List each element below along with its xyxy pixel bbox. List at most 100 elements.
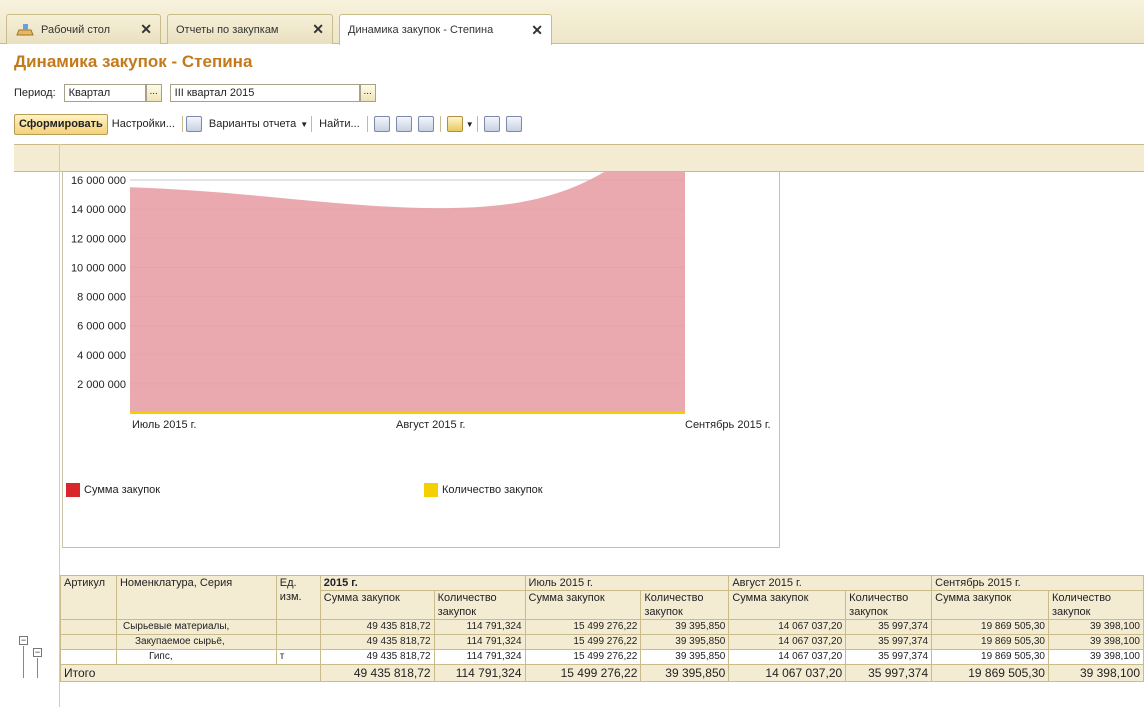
- header-period: Август 2015 г.: [728, 575, 933, 591]
- value-cell: 14 067 037,20: [728, 619, 847, 635]
- separator: [181, 116, 183, 132]
- tree-line: [37, 658, 38, 678]
- x-tick-label: Сентябрь 2015 г.: [685, 419, 771, 431]
- unit-cell: т: [275, 649, 321, 665]
- period-type-select-button[interactable]: ...: [145, 84, 162, 102]
- article-cell: [60, 634, 117, 650]
- total-cell: 39 398,100: [1047, 664, 1144, 682]
- legend-swatch-qty: [424, 483, 438, 497]
- header-sum: Сумма закупок: [931, 590, 1049, 620]
- value-cell: 39 395,850: [640, 634, 730, 650]
- y-tick-label: 10 000 000: [71, 262, 126, 274]
- header-sum: Сумма закупок: [319, 590, 435, 620]
- value-cell: 19 869 505,30: [931, 634, 1049, 650]
- total-cell: 15 499 276,22: [524, 664, 642, 682]
- header-unit: Ед. изм.: [275, 575, 321, 620]
- expand-groups-icon[interactable]: [483, 116, 500, 132]
- total-cell: 35 997,374: [845, 664, 933, 682]
- total-cell: 114 791,324: [433, 664, 526, 682]
- grouping-column: [14, 144, 60, 707]
- period-label: Период:: [14, 87, 56, 99]
- header-qty: Количество закупок: [433, 590, 526, 620]
- value-cell: 19 869 505,30: [931, 619, 1049, 635]
- period-type-field[interactable]: Квартал: [63, 84, 146, 102]
- y-tick-label: 16 000 000: [71, 175, 126, 187]
- header-sum: Сумма закупок: [728, 590, 847, 620]
- legend-swatch-sum: [66, 483, 80, 497]
- collapse-group-icon[interactable]: −: [19, 636, 28, 645]
- value-cell: 114 791,324: [433, 619, 526, 635]
- close-icon[interactable]: ✕: [531, 22, 543, 39]
- tab-purchase-reports[interactable]: Отчеты по закупкам ✕: [167, 14, 333, 44]
- legend-item-qty: Количество закупок: [424, 483, 543, 497]
- header-qty: Количество закупок: [1047, 590, 1144, 620]
- value-cell: 19 869 505,30: [931, 649, 1049, 665]
- value-cell: 49 435 818,72: [319, 634, 435, 650]
- nomenclature-cell: Закупаемое сырьё,: [115, 634, 277, 650]
- value-cell: 49 435 818,72: [319, 649, 435, 665]
- y-tick-label: 8 000 000: [77, 292, 126, 304]
- total-cell: 14 067 037,20: [728, 664, 847, 682]
- x-tick-label: Июль 2015 г.: [132, 419, 196, 431]
- collapse-groups-icon[interactable]: [505, 116, 522, 132]
- report-variants-button[interactable]: Варианты отчета: [205, 118, 300, 130]
- value-cell: 35 997,374: [845, 619, 933, 635]
- tree-line: [23, 646, 24, 678]
- close-icon[interactable]: ✕: [312, 21, 324, 38]
- header-qty: Количество закупок: [640, 590, 730, 620]
- nomenclature-cell: Сырьевые материалы,: [115, 619, 277, 635]
- chevron-down-icon[interactable]: ▼: [466, 120, 474, 129]
- table-row[interactable]: Сырьевые материалы, 49 435 818,72 114 791,…: [60, 619, 1144, 635]
- article-cell: [60, 619, 117, 635]
- collapse-group-icon[interactable]: −: [33, 648, 42, 657]
- save-icon[interactable]: [417, 116, 434, 132]
- tab-dynamics[interactable]: Динамика закупок - Степина ✕: [339, 14, 552, 45]
- series-area-sum: [130, 172, 685, 413]
- total-cell: 19 869 505,30: [931, 664, 1049, 682]
- generate-button[interactable]: Сформировать: [14, 113, 108, 135]
- desktop-icon: [15, 22, 35, 38]
- value-cell: 49 435 818,72: [319, 619, 435, 635]
- table-row[interactable]: Гипс, т 49 435 818,72 114 791,324 15 499 276…: [60, 649, 1144, 665]
- report-variants-icon: [185, 116, 202, 132]
- legend-label-sum: Сумма закупок: [84, 484, 161, 496]
- table-row[interactable]: Закупаемое сырьё, 49 435 818,72 114 791,32…: [60, 634, 1144, 650]
- value-cell: 114 791,324: [433, 634, 526, 650]
- value-cell: 39 398,100: [1047, 619, 1144, 635]
- value-cell: 39 395,850: [640, 649, 730, 665]
- separator: [311, 116, 313, 132]
- y-tick-label: 4 000 000: [77, 350, 126, 362]
- article-cell: [60, 649, 117, 665]
- y-tick-label: 6 000 000: [77, 321, 126, 333]
- period-value-field[interactable]: III квартал 2015: [169, 84, 360, 102]
- close-icon[interactable]: ✕: [140, 21, 152, 38]
- settings-button[interactable]: Настройки...: [108, 118, 179, 130]
- header-period: 2015 г.: [319, 575, 526, 591]
- unit-cell: [275, 634, 321, 650]
- value-cell: 14 067 037,20: [728, 649, 847, 665]
- value-cell: 39 398,100: [1047, 634, 1144, 650]
- tab-desktop[interactable]: Рабочий стол ✕: [6, 14, 161, 44]
- header-period: Сентябрь 2015 г.: [931, 575, 1144, 591]
- report-table: Артикул Номенклатура, Серия Ед. изм. 201…: [60, 575, 1144, 682]
- tab-dynamics-label: Динамика закупок - Степина: [348, 24, 494, 36]
- total-cell: 39 395,850: [640, 664, 730, 682]
- nomenclature-cell: Гипс,: [115, 649, 277, 665]
- chevron-down-icon[interactable]: ▼: [300, 120, 308, 129]
- tab-bar: Рабочий стол ✕ Отчеты по закупкам ✕ Дина…: [0, 0, 1144, 45]
- mail-icon[interactable]: [446, 116, 463, 132]
- y-tick-label: 12 000 000: [71, 233, 126, 245]
- tab-desktop-label: Рабочий стол: [41, 23, 111, 36]
- tab-purchase-reports-label: Отчеты по закупкам: [176, 23, 279, 36]
- value-cell: 39 395,850: [640, 619, 730, 635]
- report-header-strip: [14, 144, 1144, 172]
- print-icon[interactable]: [373, 116, 390, 132]
- find-button[interactable]: Найти...: [315, 118, 364, 130]
- y-tick-label: 2 000 000: [77, 379, 126, 391]
- header-sum: Сумма закупок: [524, 590, 642, 620]
- header-period: Июль 2015 г.: [524, 575, 730, 591]
- period-value-select-button[interactable]: ...: [359, 84, 376, 102]
- toolbar: Сформировать Настройки... Варианты отчет…: [14, 113, 525, 135]
- value-cell: 39 398,100: [1047, 649, 1144, 665]
- preview-icon[interactable]: [395, 116, 412, 132]
